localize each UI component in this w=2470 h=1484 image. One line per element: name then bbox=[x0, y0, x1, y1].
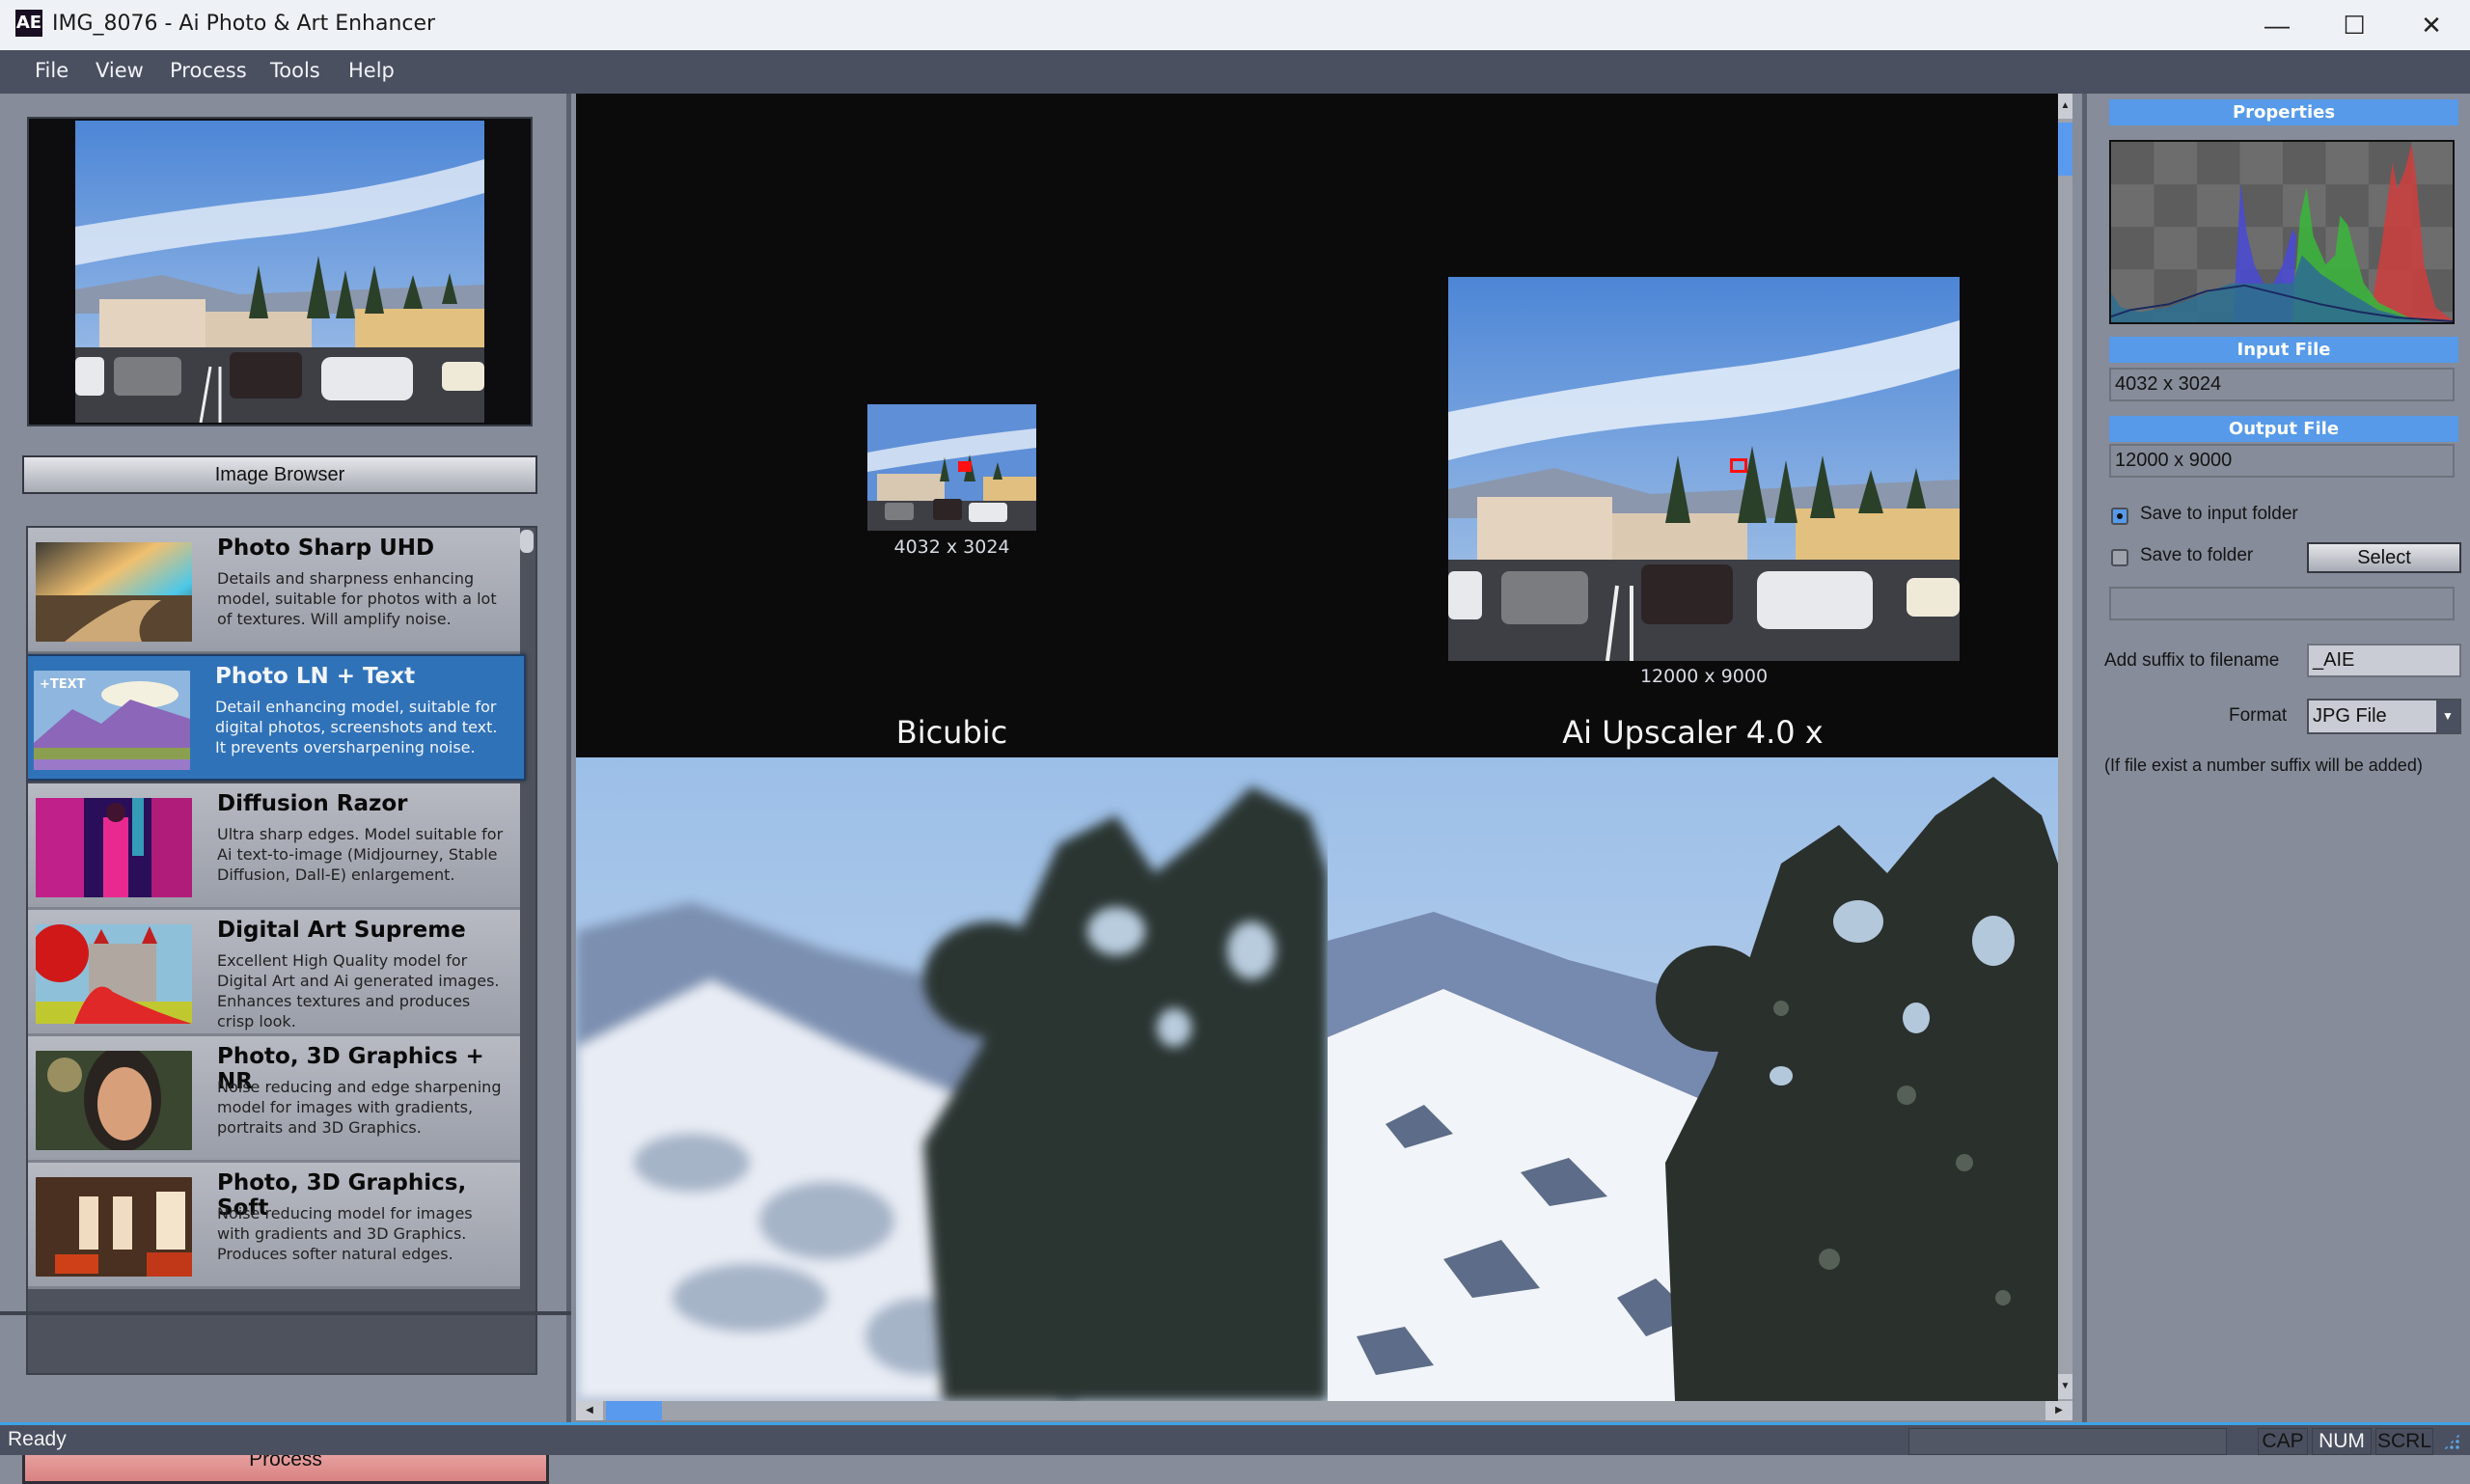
status-bar: Ready CAP NUM SCRL bbox=[0, 1422, 2470, 1455]
horizontal-scroll-thumb[interactable] bbox=[606, 1401, 662, 1420]
scroll-left-arrow-icon[interactable]: ◀ bbox=[576, 1401, 603, 1420]
status-field bbox=[1908, 1428, 2227, 1455]
save-to-input-folder-label: Save to input folder bbox=[2140, 504, 2298, 524]
model-list[interactable]: Photo Sharp UHD Details and sharpness en… bbox=[26, 526, 537, 1375]
scroll-right-arrow-icon[interactable]: ▶ bbox=[2045, 1401, 2072, 1420]
model-description: Excellent High Quality model for Digital… bbox=[217, 951, 500, 1031]
output-folder-field[interactable] bbox=[2109, 587, 2455, 620]
scroll-up-arrow-icon[interactable]: ▲ bbox=[2058, 94, 2072, 119]
scroll-lock-indicator: SCRL bbox=[2375, 1428, 2433, 1455]
menu-help[interactable]: Help bbox=[348, 59, 395, 82]
format-label: Format bbox=[2229, 705, 2288, 726]
model-item-photo-sharp-uhd[interactable]: Photo Sharp UHD Details and sharpness en… bbox=[28, 528, 520, 654]
model-title: Photo Sharp UHD bbox=[217, 536, 435, 561]
menu-tools[interactable]: Tools bbox=[270, 59, 320, 82]
model-title: Diffusion Razor bbox=[217, 791, 408, 816]
model-description: Ultra sharp edges. Model suitable for Ai… bbox=[217, 825, 504, 884]
model-item-diffusion-razor[interactable]: Diffusion Razor Ultra sharp edges. Model… bbox=[28, 783, 520, 910]
close-button[interactable]: ✕ bbox=[2393, 0, 2470, 50]
save-to-input-folder-checkbox[interactable] bbox=[2111, 508, 2128, 525]
ai-zoom-view[interactable] bbox=[1328, 757, 2058, 1401]
scroll-down-arrow-icon[interactable]: ▼ bbox=[2058, 1374, 2072, 1399]
bicubic-dimensions: 4032 x 3024 bbox=[893, 536, 1010, 558]
interior-room-icon bbox=[36, 1177, 192, 1277]
model-description: Detail enhancing model, suitable for dig… bbox=[215, 698, 498, 756]
format-value: JPG File bbox=[2313, 705, 2387, 727]
num-lock-indicator: NUM bbox=[2312, 1428, 2372, 1455]
ai-upscaler-label: Ai Upscaler 4.0 x bbox=[1562, 714, 1824, 751]
model-title: Digital Art Supreme bbox=[217, 918, 466, 943]
suffix-input[interactable]: _AIE bbox=[2307, 644, 2461, 677]
minimize-button[interactable]: — bbox=[2238, 0, 2316, 50]
model-item-photo-3d-nr[interactable]: Photo, 3D Graphics + NR Noise reducing a… bbox=[28, 1036, 520, 1163]
close-icon: ✕ bbox=[2421, 10, 2442, 40]
resize-grip-icon[interactable] bbox=[2443, 1433, 2460, 1450]
file-exists-note: (If file exist a number suffix will be a… bbox=[2104, 756, 2423, 775]
zoom-region-marker[interactable] bbox=[1730, 458, 1747, 473]
maximize-button[interactable]: ☐ bbox=[2316, 0, 2393, 50]
color-histogram bbox=[2109, 140, 2455, 324]
model-title: Photo LN + Text bbox=[215, 664, 416, 689]
suffix-label: Add suffix to filename bbox=[2104, 650, 2280, 671]
model-description: Noise reducing and edge sharpening model… bbox=[217, 1078, 502, 1137]
model-item-photo-3d-soft[interactable]: Photo, 3D Graphics, Soft Noise reducing … bbox=[28, 1163, 520, 1289]
minimize-icon: — bbox=[2264, 10, 2290, 40]
window-title: IMG_8076 - Ai Photo & Art Enhancer bbox=[52, 12, 436, 36]
parking-lot-photo bbox=[75, 121, 484, 423]
properties-header: Properties bbox=[2109, 99, 2458, 125]
app-logo-icon: AE bbox=[15, 10, 42, 37]
properties-panel: Properties Input File 4032 x 3024 Output… bbox=[2082, 94, 2470, 1422]
input-file-header: Input File bbox=[2109, 337, 2458, 363]
neon-city-icon bbox=[36, 798, 192, 897]
menu-bar: File View Process Tools Help bbox=[0, 50, 2470, 94]
zoom-region-marker[interactable] bbox=[958, 461, 972, 472]
save-to-folder-label: Save to folder bbox=[2140, 545, 2254, 565]
save-to-folder-checkbox[interactable] bbox=[2111, 549, 2128, 566]
ai-upscaled-thumbnail[interactable] bbox=[1448, 277, 1960, 661]
model-item-photo-ln-text[interactable]: +TEXT Photo LN + Text Detail enhancing m… bbox=[28, 654, 526, 781]
format-dropdown[interactable]: JPG File ▼ bbox=[2307, 699, 2461, 734]
portrait-icon bbox=[36, 1051, 192, 1150]
title-bar: AE IMG_8076 - Ai Photo & Art Enhancer — … bbox=[0, 0, 2470, 50]
caps-lock-indicator: CAP bbox=[2258, 1428, 2308, 1455]
landscape-river-icon bbox=[36, 542, 192, 642]
ai-dimensions: 12000 x 9000 bbox=[1639, 666, 1769, 687]
bicubic-thumbnail[interactable] bbox=[867, 404, 1036, 531]
maximize-icon: ☐ bbox=[2343, 10, 2366, 40]
output-file-size: 12000 x 9000 bbox=[2109, 444, 2455, 478]
purple-mountains-text-icon: +TEXT bbox=[34, 671, 190, 770]
horizontal-scrollbar[interactable]: ◀ ▶ bbox=[576, 1401, 2072, 1420]
vertical-scrollbar[interactable]: ▲ ▼ bbox=[2058, 94, 2072, 1401]
output-file-header: Output File bbox=[2109, 416, 2458, 442]
input-file-size: 4032 x 3024 bbox=[2109, 368, 2455, 401]
status-text: Ready bbox=[8, 1428, 67, 1450]
bicubic-zoom-view[interactable] bbox=[576, 757, 1328, 1401]
bicubic-label: Bicubic bbox=[895, 714, 1008, 751]
thumb-text-label: +TEXT bbox=[40, 677, 86, 692]
left-panel: Image Browser Photo Sharp UHD Details an… bbox=[0, 94, 571, 1484]
menu-file[interactable]: File bbox=[35, 59, 69, 82]
model-description: Noise reducing model for images with gra… bbox=[217, 1204, 473, 1263]
image-browser-button[interactable]: Image Browser bbox=[22, 455, 537, 494]
model-item-digital-art-supreme[interactable]: Digital Art Supreme Excellent High Quali… bbox=[28, 910, 520, 1036]
vertical-scroll-thumb[interactable] bbox=[2058, 123, 2072, 176]
image-preview bbox=[27, 117, 533, 426]
model-list-scrollbar[interactable] bbox=[520, 530, 534, 553]
select-folder-button[interactable]: Select bbox=[2307, 542, 2461, 573]
chevron-down-icon[interactable]: ▼ bbox=[2436, 701, 2459, 732]
menu-process[interactable]: Process bbox=[170, 59, 247, 82]
menu-view[interactable]: View bbox=[96, 59, 144, 82]
castle-art-icon bbox=[36, 924, 192, 1024]
model-description: Details and sharpness enhancing model, s… bbox=[217, 569, 497, 628]
panel-divider bbox=[0, 1311, 571, 1315]
